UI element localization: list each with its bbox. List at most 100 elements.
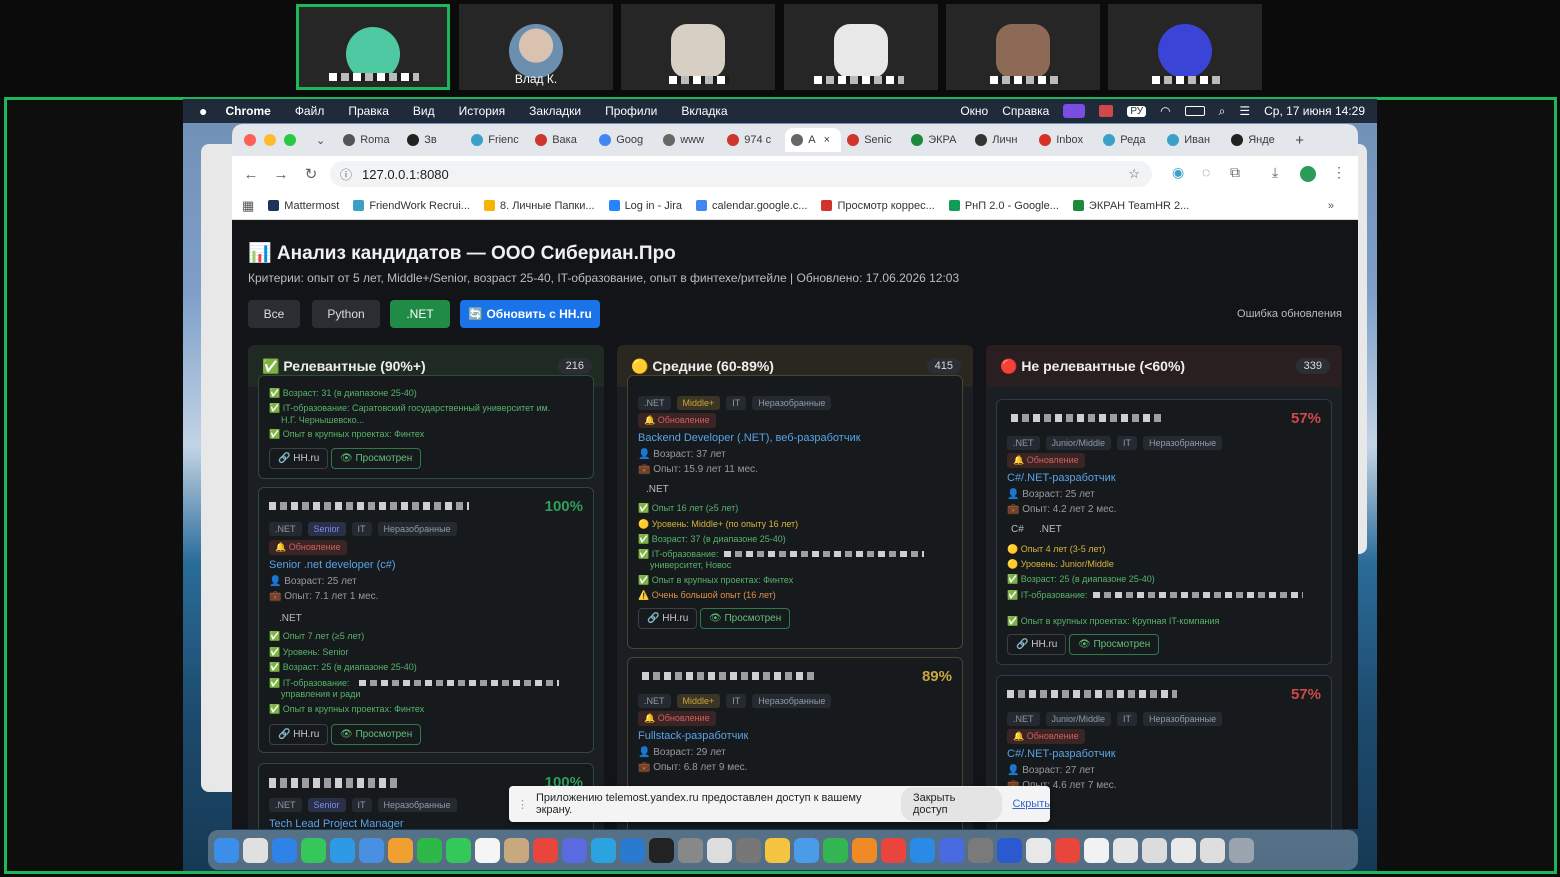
- control-center-icon[interactable]: ☰: [1239, 104, 1250, 118]
- refresh-hh-button[interactable]: 🔄 Обновить с HH.ru: [460, 300, 600, 328]
- menu-window[interactable]: Окно: [960, 104, 988, 118]
- wifi-icon[interactable]: ◠: [1160, 104, 1170, 118]
- address-url[interactable]: 127.0.0.1:8080: [362, 167, 449, 182]
- vscode-icon[interactable]: [620, 837, 645, 863]
- menu-bookmarks[interactable]: Закладки: [529, 104, 581, 118]
- messages-icon[interactable]: [301, 837, 326, 863]
- terminal-icon[interactable]: [649, 837, 674, 863]
- browser-tab[interactable]: Senic: [841, 128, 905, 152]
- chrome-app-icon[interactable]: [1055, 837, 1080, 863]
- forward-icon[interactable]: →: [266, 166, 296, 183]
- browser-tab[interactable]: Зв: [401, 128, 465, 152]
- viewed-button[interactable]: 👁 Просмотрен: [1069, 634, 1160, 655]
- apps-grid-icon[interactable]: ▦: [242, 198, 254, 214]
- bookmark-item[interactable]: РнП 2.0 - Google...: [948, 200, 1059, 212]
- browser-tab[interactable]: 974 с: [721, 128, 785, 152]
- menu-file[interactable]: Файл: [295, 104, 325, 118]
- facetime-icon[interactable]: [417, 837, 442, 863]
- app-icon-redacted[interactable]: [707, 837, 732, 863]
- candidate-role[interactable]: Senior .net developer (c#): [269, 559, 396, 571]
- browser-tab[interactable]: ЭКРА: [905, 128, 969, 152]
- browser-tab[interactable]: www: [657, 128, 721, 152]
- hh-link-button[interactable]: 🔗 HH.ru: [269, 448, 329, 469]
- app-icon[interactable]: [794, 837, 819, 863]
- candidate-card[interactable]: 100% .NET Senior IT Неразобранные 🔔 Обно…: [258, 487, 594, 753]
- viewed-button[interactable]: 👁 Просмотрен: [700, 608, 791, 629]
- menu-clock[interactable]: Ср, 17 июня 14:29: [1264, 104, 1365, 118]
- app-icon-redacted[interactable]: [736, 837, 761, 863]
- address-bar[interactable]: ⓘ 127.0.0.1:8080 ☆: [330, 161, 1152, 187]
- back-icon[interactable]: ←: [236, 166, 266, 183]
- chrome-menu-icon[interactable]: ⋮: [1332, 164, 1346, 181]
- contacts-icon[interactable]: [504, 837, 529, 863]
- spotlight-search-icon[interactable]: ⌕: [1219, 104, 1226, 119]
- menu-tab[interactable]: Вкладка: [681, 104, 727, 118]
- extensions-puzzle-icon[interactable]: ⧉: [1230, 164, 1240, 181]
- participant-tile-1[interactable]: [296, 4, 450, 90]
- candidate-role[interactable]: C#/.NET-разработчик: [1007, 748, 1116, 760]
- browser-tab[interactable]: Inbox: [1033, 128, 1097, 152]
- calendar-icon[interactable]: [475, 837, 500, 863]
- viewed-button[interactable]: 👁 Просмотрен: [331, 724, 422, 745]
- rocket-app-icon[interactable]: [881, 837, 906, 863]
- menu-app-name[interactable]: Chrome: [225, 104, 270, 118]
- app-icon[interactable]: [823, 837, 848, 863]
- bookmark-item[interactable]: calendar.google.c...: [696, 200, 807, 212]
- new-tab-button[interactable]: +: [1295, 132, 1304, 149]
- screen-share-status-icon[interactable]: [1063, 104, 1086, 118]
- phone-icon[interactable]: [446, 837, 471, 863]
- launchpad-icon[interactable]: [243, 837, 268, 863]
- window-thumbnail[interactable]: [1200, 837, 1225, 863]
- browser-tab[interactable]: Янде: [1225, 128, 1289, 152]
- browser-tab[interactable]: Roma: [337, 128, 401, 152]
- candidate-card[interactable]: ✅ Возраст: 31 (в диапазоне 25-40) ✅ IT-о…: [258, 375, 594, 479]
- candidate-card[interactable]: .NET Middle+ IT Неразобранные 🔔 Обновлен…: [627, 375, 963, 649]
- window-thumbnail[interactable]: [1084, 837, 1109, 863]
- window-thumbnail[interactable]: [1171, 837, 1196, 863]
- bookmark-item[interactable]: 8. Личные Папки...: [483, 200, 595, 212]
- chrome-dock-icon[interactable]: [533, 837, 558, 863]
- minimize-window-icon[interactable]: [264, 134, 276, 146]
- app-status-icon[interactable]: [1099, 105, 1114, 117]
- candidate-role[interactable]: C#/.NET-разработчик: [1007, 472, 1116, 484]
- filter-all-button[interactable]: Все: [248, 300, 300, 328]
- app-store-icon[interactable]: [910, 837, 935, 863]
- menu-view[interactable]: Вид: [413, 104, 435, 118]
- more-bookmarks-icon[interactable]: »: [1328, 200, 1334, 212]
- profile-avatar[interactable]: [1300, 166, 1316, 182]
- hh-link-button[interactable]: 🔗 HH.ru: [638, 608, 698, 629]
- safari-icon[interactable]: [272, 837, 297, 863]
- browser-tab[interactable]: Личн: [969, 128, 1033, 152]
- maps-icon[interactable]: [359, 837, 384, 863]
- bookmark-item[interactable]: FriendWork Recrui...: [353, 200, 470, 212]
- yandex-browser-icon[interactable]: [1026, 837, 1051, 863]
- telegram-icon[interactable]: [591, 837, 616, 863]
- filter-dotnet-button[interactable]: .NET: [390, 300, 450, 328]
- browser-tab[interactable]: Goog: [593, 128, 657, 152]
- trash-icon[interactable]: [1229, 837, 1254, 863]
- browser-tab[interactable]: А ×: [785, 128, 842, 152]
- downloads-icon[interactable]: ⤓: [1272, 164, 1278, 181]
- candidate-card[interactable]: 57% .NET Junior/Middle IT Неразобранные …: [996, 399, 1332, 665]
- tab-search-icon[interactable]: ⌄: [316, 134, 325, 147]
- bookmark-star-icon[interactable]: ☆: [1128, 166, 1140, 182]
- candidate-role[interactable]: Tech Lead Project Manager: [269, 818, 404, 829]
- candidate-role[interactable]: Fullstack-разработчик: [638, 730, 748, 742]
- reload-icon[interactable]: ↻: [296, 165, 326, 183]
- viewed-button[interactable]: 👁 Просмотрен: [331, 448, 422, 469]
- site-info-icon[interactable]: ⓘ: [340, 166, 352, 183]
- menu-help[interactable]: Справка: [1002, 104, 1049, 118]
- hide-notification-link[interactable]: Скрыть: [1012, 798, 1050, 810]
- candidate-role[interactable]: Backend Developer (.NET), веб-разработчи…: [638, 432, 861, 444]
- photos-icon[interactable]: [388, 837, 413, 863]
- participant-tile-3[interactable]: [621, 4, 775, 90]
- bookmark-item[interactable]: Log in - Jira: [608, 200, 682, 212]
- participant-tile-4[interactable]: [784, 4, 938, 90]
- filter-python-button[interactable]: Python: [312, 300, 380, 328]
- finder-icon[interactable]: [214, 837, 239, 863]
- close-window-icon[interactable]: [244, 134, 256, 146]
- hh-link-button[interactable]: 🔗 HH.ru: [269, 724, 329, 745]
- bookmark-item[interactable]: ЭКРАН TeamHR 2...: [1072, 200, 1189, 212]
- telemost-icon[interactable]: [997, 837, 1022, 863]
- stop-sharing-button[interactable]: Закрыть доступ: [900, 787, 1003, 821]
